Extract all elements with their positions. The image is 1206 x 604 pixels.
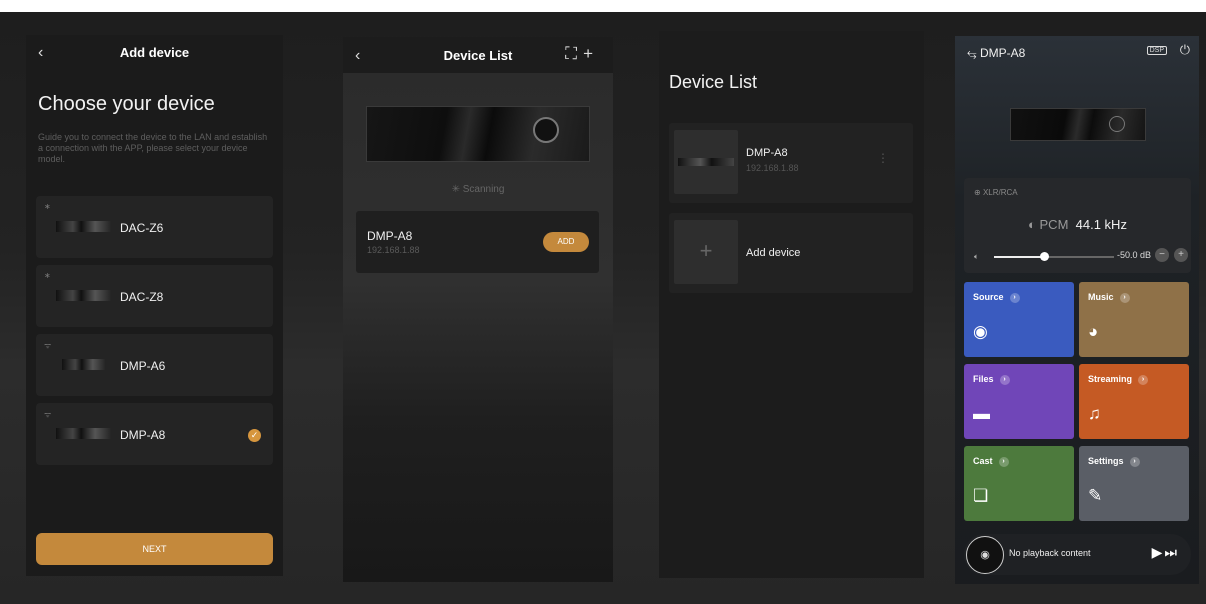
cast-icon: ❏ bbox=[973, 486, 989, 505]
device-ip: 192.168.1.88 bbox=[746, 163, 799, 173]
arrow-icon: › bbox=[1129, 456, 1140, 467]
add-device-card[interactable]: + Add device bbox=[669, 213, 913, 293]
header: ‹ Device List ⛶+ bbox=[343, 37, 613, 73]
source-indicator[interactable]: ⊕ XLR/RCA bbox=[974, 188, 1018, 197]
tile-streaming[interactable]: Streaming › ♫ bbox=[1079, 364, 1189, 439]
next-button[interactable]: NEXT bbox=[36, 533, 273, 565]
tile-settings[interactable]: Settings › ✎ bbox=[1079, 446, 1189, 521]
tile-label: Music bbox=[1088, 292, 1114, 302]
arrow-icon: › bbox=[998, 456, 1009, 467]
mini-player[interactable]: ◉ No playback content ▶⏭ bbox=[964, 534, 1191, 575]
source-label: XLR/RCA bbox=[982, 188, 1018, 197]
scanning-status: ✳ Scanning bbox=[343, 184, 613, 195]
device-image bbox=[1010, 108, 1146, 141]
arrow-icon: › bbox=[1119, 292, 1130, 303]
tile-cast[interactable]: Cast › ❏ bbox=[964, 446, 1074, 521]
folder-icon: ▬ bbox=[973, 404, 990, 423]
found-device-card[interactable]: DMP-A8 192.168.1.88 ADD bbox=[356, 211, 599, 273]
wifi-icon: ᯤ bbox=[44, 410, 52, 419]
format-icon: ◐ bbox=[1028, 217, 1040, 232]
wrench-icon: ✎ bbox=[1088, 486, 1103, 505]
volume-handle[interactable] bbox=[1040, 252, 1050, 261]
more-icon[interactable]: ⋮ bbox=[877, 151, 889, 165]
device-image bbox=[366, 106, 590, 162]
add-device-screen: ‹ Add device Choose your device Guide yo… bbox=[26, 35, 283, 576]
add-device-label: Add device bbox=[746, 247, 801, 259]
device-name: DMP-A8 bbox=[746, 147, 788, 159]
tile-files[interactable]: Files › ▬ bbox=[964, 364, 1074, 439]
input-icon: ⊕ bbox=[974, 188, 983, 197]
format-display: ◐ PCM 44.1 kHz bbox=[964, 217, 1191, 232]
add-button[interactable]: ADD bbox=[543, 232, 589, 252]
device-list-screen: Device List DMP-A8 192.168.1.88 ⋮ + Add … bbox=[659, 31, 924, 578]
tile-label: Streaming bbox=[1088, 374, 1133, 384]
device-name: DMP-A8 bbox=[120, 428, 166, 442]
device-thumbnail bbox=[62, 359, 106, 370]
volume-value: -50.0 dB bbox=[1117, 250, 1152, 260]
device-name: DAC-Z8 bbox=[120, 290, 164, 304]
arrow-icon: › bbox=[999, 374, 1010, 385]
scan-add-icons[interactable]: ⛶+ bbox=[565, 44, 599, 64]
device-thumbnail bbox=[674, 130, 738, 194]
page-title: Device List bbox=[669, 72, 758, 92]
tile-label: Settings bbox=[1088, 456, 1124, 466]
device-item-dmp-a8[interactable]: ᯤ DMP-A8 ✓ bbox=[36, 403, 273, 465]
add-thumbnail: + bbox=[674, 220, 738, 284]
header: ‹ Add device bbox=[26, 35, 283, 71]
power-icon[interactable]: ⏻ bbox=[1180, 42, 1190, 58]
device-name: DMP-A8 bbox=[367, 229, 413, 243]
device-name: DMP-A8 bbox=[979, 46, 1026, 60]
source-icon: ◉ bbox=[973, 322, 988, 341]
tile-music[interactable]: Music › ◕ bbox=[1079, 282, 1189, 357]
page-title: Add device bbox=[119, 45, 190, 60]
heading: Choose your device bbox=[38, 93, 215, 115]
volume-up-button[interactable]: + bbox=[1174, 248, 1188, 262]
switch-icon: ⥃ bbox=[967, 46, 977, 60]
arrow-icon: › bbox=[1138, 374, 1149, 385]
device-thumbnail bbox=[56, 290, 112, 301]
tile-label: Source bbox=[973, 292, 1004, 302]
sample-rate: 44.1 kHz bbox=[1075, 217, 1127, 232]
format-label: PCM bbox=[1039, 217, 1069, 232]
device-home-screen: ⥃ DMP-A8 DSP ⏻ ⊕ XLR/RCA ◐ PCM 44.1 kHz … bbox=[955, 36, 1199, 584]
disc-icon: ◉ bbox=[966, 536, 1004, 574]
volume-fill bbox=[994, 256, 1045, 258]
playback-info-panel: ⊕ XLR/RCA ◐ PCM 44.1 kHz 🔈︎ -50.0 dB − + bbox=[964, 178, 1191, 273]
plus-icon: + bbox=[699, 238, 713, 263]
spinner-icon: ✳ bbox=[451, 184, 463, 195]
device-item-dmp-a6[interactable]: ᯤ DMP-A6 bbox=[36, 334, 273, 396]
arrow-icon: › bbox=[1009, 292, 1020, 303]
tile-label: Files bbox=[973, 374, 994, 384]
play-next-controls[interactable]: ▶⏭ bbox=[1152, 544, 1179, 561]
bluetooth-icon: ∗ bbox=[44, 202, 51, 211]
check-icon: ✓ bbox=[248, 429, 261, 442]
tile-source[interactable]: Source › ◉ bbox=[964, 282, 1074, 357]
streaming-icon: ♫ bbox=[1088, 404, 1101, 423]
device-thumbnail bbox=[56, 221, 112, 232]
volume-down-button[interactable]: − bbox=[1155, 248, 1169, 262]
device-item-dac-z6[interactable]: ∗ DAC-Z6 bbox=[36, 196, 273, 258]
dsp-button[interactable]: DSP bbox=[1146, 46, 1167, 55]
description: Guide you to connect the device to the L… bbox=[38, 132, 268, 164]
volume-slider[interactable] bbox=[994, 252, 1114, 261]
device-title[interactable]: ⥃ DMP-A8 bbox=[967, 46, 1025, 61]
device-ip: 192.168.1.88 bbox=[367, 245, 420, 255]
bluetooth-icon: ∗ bbox=[44, 271, 51, 280]
now-playing-text: No playback content bbox=[1009, 548, 1091, 558]
device-thumbnail bbox=[56, 428, 112, 439]
speaker-icon: 🔈︎ bbox=[974, 252, 979, 261]
device-name: DAC-Z6 bbox=[120, 221, 164, 235]
wifi-icon: ᯤ bbox=[44, 341, 52, 350]
device-card-dmp-a8[interactable]: DMP-A8 192.168.1.88 ⋮ bbox=[669, 123, 913, 203]
scanning-label: Scanning bbox=[462, 184, 505, 195]
tile-label: Cast bbox=[973, 456, 993, 466]
device-item-dac-z8[interactable]: ∗ DAC-Z8 bbox=[36, 265, 273, 327]
device-name: DMP-A6 bbox=[120, 359, 166, 373]
music-icon: ◕ bbox=[1088, 322, 1099, 341]
volume-knob bbox=[533, 117, 559, 143]
device-list-scanning-screen: ‹ Device List ⛶+ ✳ Scanning DMP-A8 192.1… bbox=[343, 37, 613, 582]
